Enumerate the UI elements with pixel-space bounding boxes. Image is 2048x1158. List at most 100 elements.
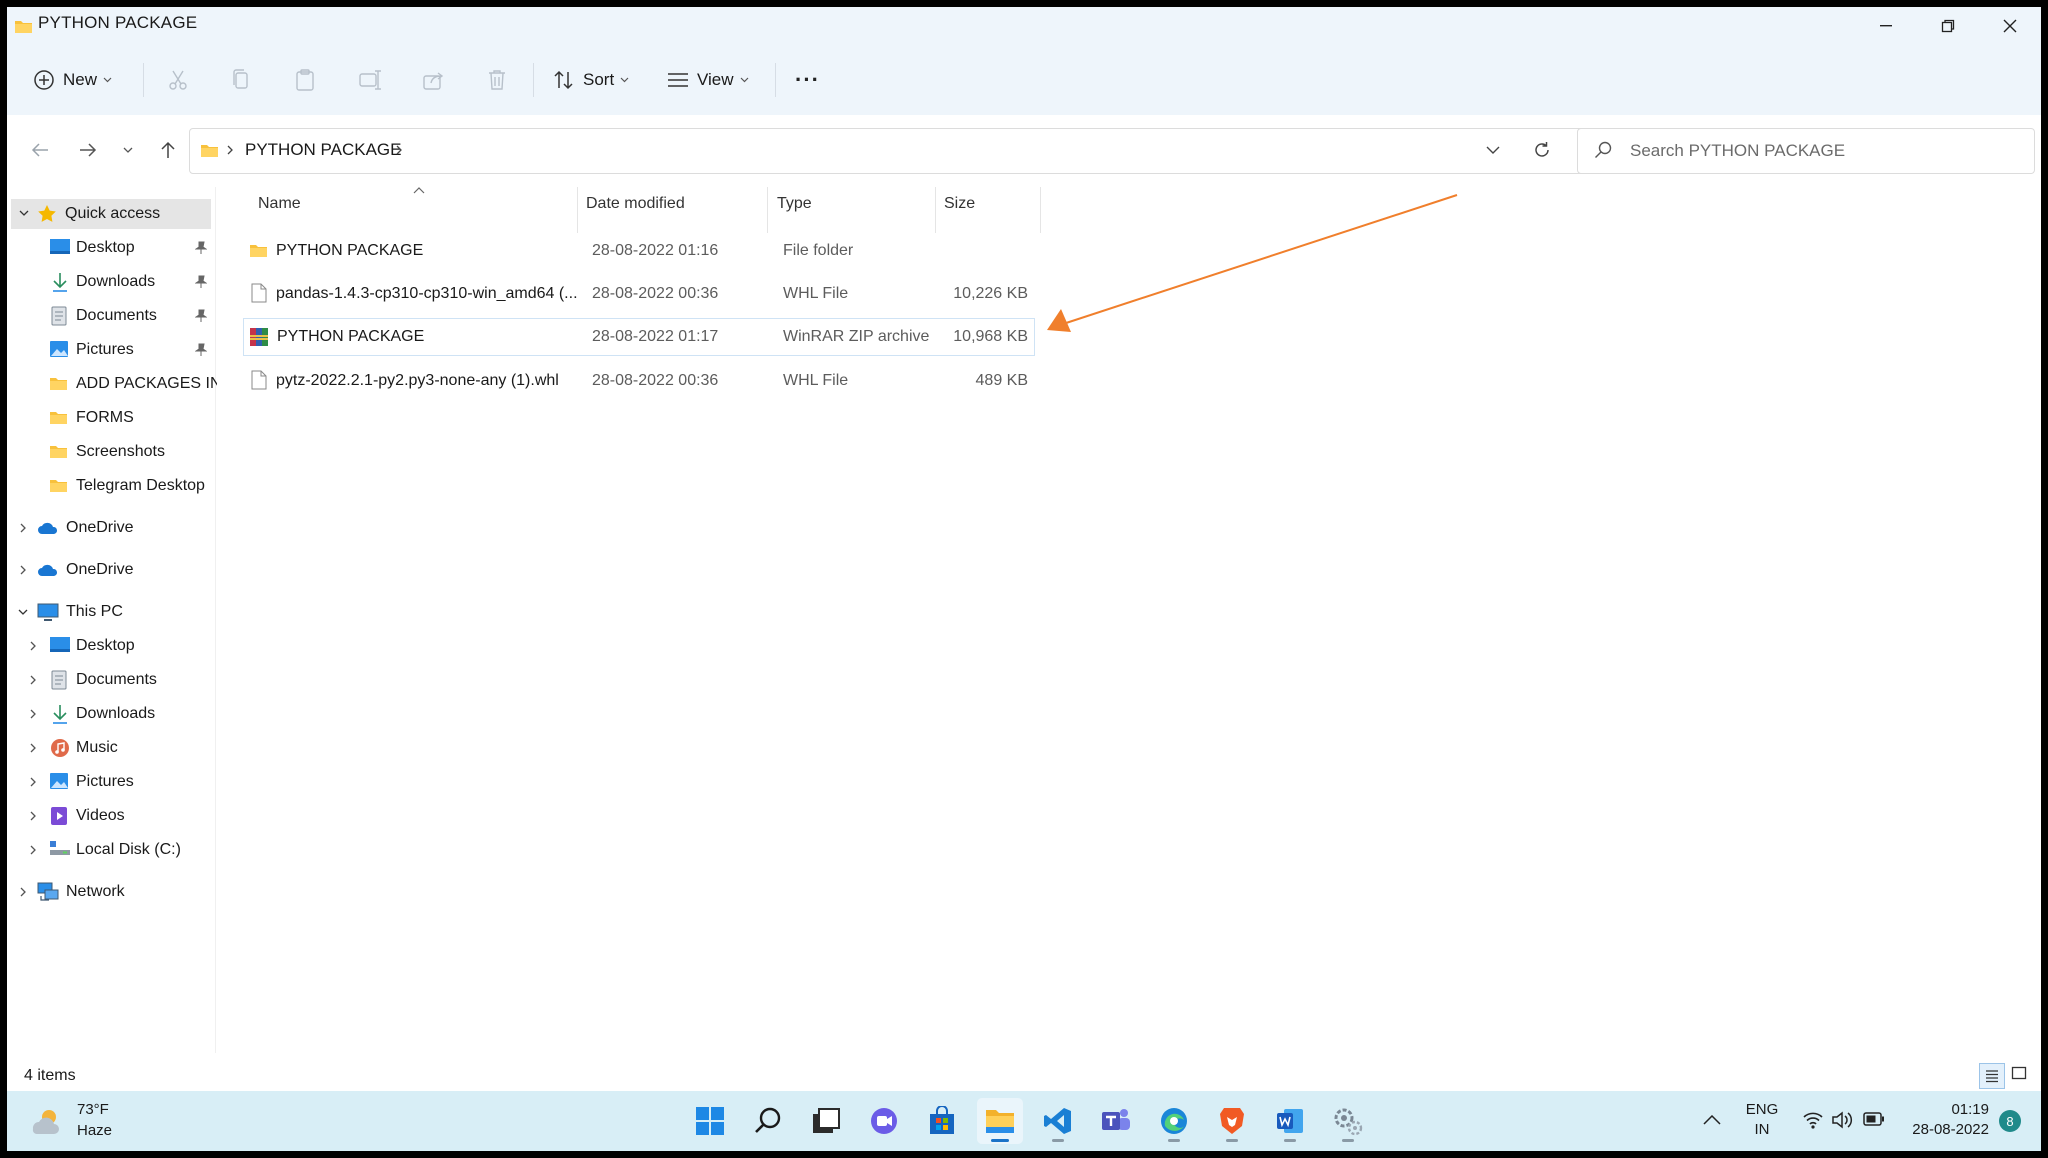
sidebar-item-this-pc[interactable]: This PC [7, 597, 215, 627]
weather-temp: 73°F [77, 1101, 109, 1118]
star-icon [37, 204, 57, 224]
chevron-right-icon[interactable] [30, 709, 36, 719]
start-button[interactable] [687, 1098, 733, 1144]
file-explorer-icon [984, 1107, 1016, 1135]
details-view-button[interactable] [1979, 1063, 2005, 1089]
sidebar-item-local-disk[interactable]: Local Disk (C:) [7, 835, 215, 865]
input-language-button[interactable]: ENG IN [1737, 1099, 1787, 1143]
taskbar-search-button[interactable] [745, 1098, 791, 1144]
settings-taskbar-button[interactable] [1325, 1098, 1371, 1144]
file-name: pandas-1.4.3-cp310-cp310-win_amd64 (... [276, 285, 578, 302]
column-header-date[interactable]: Date modified [586, 195, 685, 213]
sidebar-item-pc-pictures[interactable]: Pictures [7, 767, 215, 797]
address-bar[interactable]: PYTHON PACKAGE [189, 128, 1587, 174]
sidebar-item-desktop[interactable]: Desktop [7, 233, 215, 263]
wifi-icon[interactable] [1803, 1111, 1823, 1129]
chevron-right-icon [227, 145, 233, 155]
sidebar-item-telegram-desktop[interactable]: Telegram Desktop [7, 471, 215, 501]
share-button[interactable] [423, 59, 445, 101]
column-header-size[interactable]: Size [944, 195, 975, 213]
file-explorer-taskbar-button[interactable] [977, 1098, 1023, 1144]
tray-overflow-chevron-icon[interactable] [1703, 1115, 1721, 1125]
paste-button[interactable] [295, 59, 315, 101]
sidebar-item-onedrive[interactable]: OneDrive [7, 513, 215, 543]
new-button[interactable]: New [33, 59, 112, 101]
sidebar-item-downloads[interactable]: Downloads [7, 267, 215, 297]
refresh-icon[interactable] [1532, 140, 1552, 160]
brave-button[interactable] [1209, 1098, 1255, 1144]
sidebar-item-pc-documents[interactable]: Documents [7, 665, 215, 695]
minimize-button[interactable] [1855, 7, 1917, 45]
word-button[interactable] [1267, 1098, 1313, 1144]
sidebar-item-pc-videos[interactable]: Videos [7, 801, 215, 831]
language-code: ENG [1745, 1101, 1779, 1118]
windows-logo-icon [695, 1106, 725, 1136]
sidebar-item-network[interactable]: Network [7, 877, 215, 907]
chevron-right-icon[interactable] [30, 845, 36, 855]
view-button[interactable]: View [667, 59, 749, 101]
window-title: PYTHON PACKAGE [38, 13, 198, 32]
sidebar-item-screenshots[interactable]: Screenshots [7, 437, 215, 467]
sidebar-item-add-packages[interactable]: ADD PACKAGES IN [7, 369, 222, 399]
delete-button[interactable] [487, 59, 507, 101]
recent-locations-button[interactable] [113, 135, 143, 165]
more-options-button[interactable]: ··· [795, 59, 820, 101]
column-divider[interactable] [935, 187, 936, 233]
weather-haze-icon [29, 1107, 63, 1135]
sidebar-item-documents[interactable]: Documents [7, 301, 215, 331]
sidebar-item-pc-music[interactable]: Music [7, 733, 215, 763]
up-button[interactable] [153, 135, 183, 165]
address-history-chevron-icon[interactable] [1486, 146, 1500, 154]
arrow-right-icon [79, 142, 97, 158]
chevron-right-icon[interactable] [30, 675, 36, 685]
vscode-button[interactable] [1035, 1098, 1081, 1144]
column-divider[interactable] [767, 187, 768, 233]
file-row-python-package-zip[interactable]: PYTHON PACKAGE 28-08-2022 01:17 WinRAR Z… [243, 318, 1035, 356]
restore-button[interactable] [1917, 7, 1979, 45]
teams-button[interactable] [1093, 1098, 1139, 1144]
copy-button[interactable] [231, 59, 251, 101]
breadcrumb-python-package[interactable]: PYTHON PACKAGE [245, 140, 402, 160]
search-input[interactable] [1628, 137, 2022, 165]
task-view-button[interactable] [803, 1098, 849, 1144]
cut-button[interactable] [167, 59, 189, 101]
sidebar-item-pc-desktop[interactable]: Desktop [7, 631, 215, 661]
volume-icon[interactable] [1831, 1110, 1855, 1130]
back-button[interactable] [25, 135, 55, 165]
edge-button[interactable] [1151, 1098, 1197, 1144]
running-indicator [1284, 1139, 1296, 1142]
chevron-right-icon[interactable] [20, 565, 26, 575]
sidebar-item-forms[interactable]: FORMS [7, 403, 215, 433]
chevron-down-icon[interactable] [19, 210, 29, 216]
column-header-name[interactable]: Name [258, 195, 301, 213]
column-divider[interactable] [577, 187, 578, 233]
rename-button[interactable] [359, 59, 381, 101]
annotation-arrow [1047, 194, 1458, 332]
cloud-icon [37, 521, 59, 535]
sort-button[interactable]: Sort [553, 59, 629, 101]
weather-widget[interactable]: 73°F Haze [29, 1099, 149, 1145]
sidebar-item-onedrive-2[interactable]: OneDrive [7, 555, 215, 585]
chat-app-button[interactable] [861, 1098, 907, 1144]
tiles-view-button[interactable] [2011, 1065, 2027, 1081]
sidebar-item-quick-access[interactable]: Quick access [11, 199, 211, 229]
microsoft-store-button[interactable] [919, 1098, 965, 1144]
close-button[interactable] [1979, 7, 2041, 45]
chevron-right-icon[interactable] [20, 523, 26, 533]
chevron-right-icon[interactable] [30, 811, 36, 821]
column-header-type[interactable]: Type [777, 195, 812, 213]
sidebar-item-pictures[interactable]: Pictures [7, 335, 215, 365]
file-row-folder[interactable]: PYTHON PACKAGE 28-08-2022 01:16 File fol… [243, 232, 1035, 270]
sidebar-item-pc-downloads[interactable]: Downloads [7, 699, 215, 729]
chevron-down-icon[interactable] [18, 609, 28, 615]
battery-icon[interactable] [1863, 1112, 1885, 1126]
chevron-right-icon[interactable] [30, 777, 36, 787]
chevron-right-icon[interactable] [30, 641, 36, 651]
file-row-pytz-whl[interactable]: pytz-2022.2.1-py2.py3-none-any (1).whl 2… [243, 362, 1035, 400]
file-row-pandas-whl[interactable]: pandas-1.4.3-cp310-cp310-win_amd64 (... … [243, 275, 1035, 313]
forward-button[interactable] [73, 135, 103, 165]
chevron-right-icon[interactable] [20, 887, 26, 897]
clock[interactable]: 01:19 28-08-2022 [1893, 1099, 1989, 1143]
chevron-right-icon[interactable] [30, 743, 36, 753]
notification-badge[interactable]: 8 [1999, 1110, 2021, 1132]
